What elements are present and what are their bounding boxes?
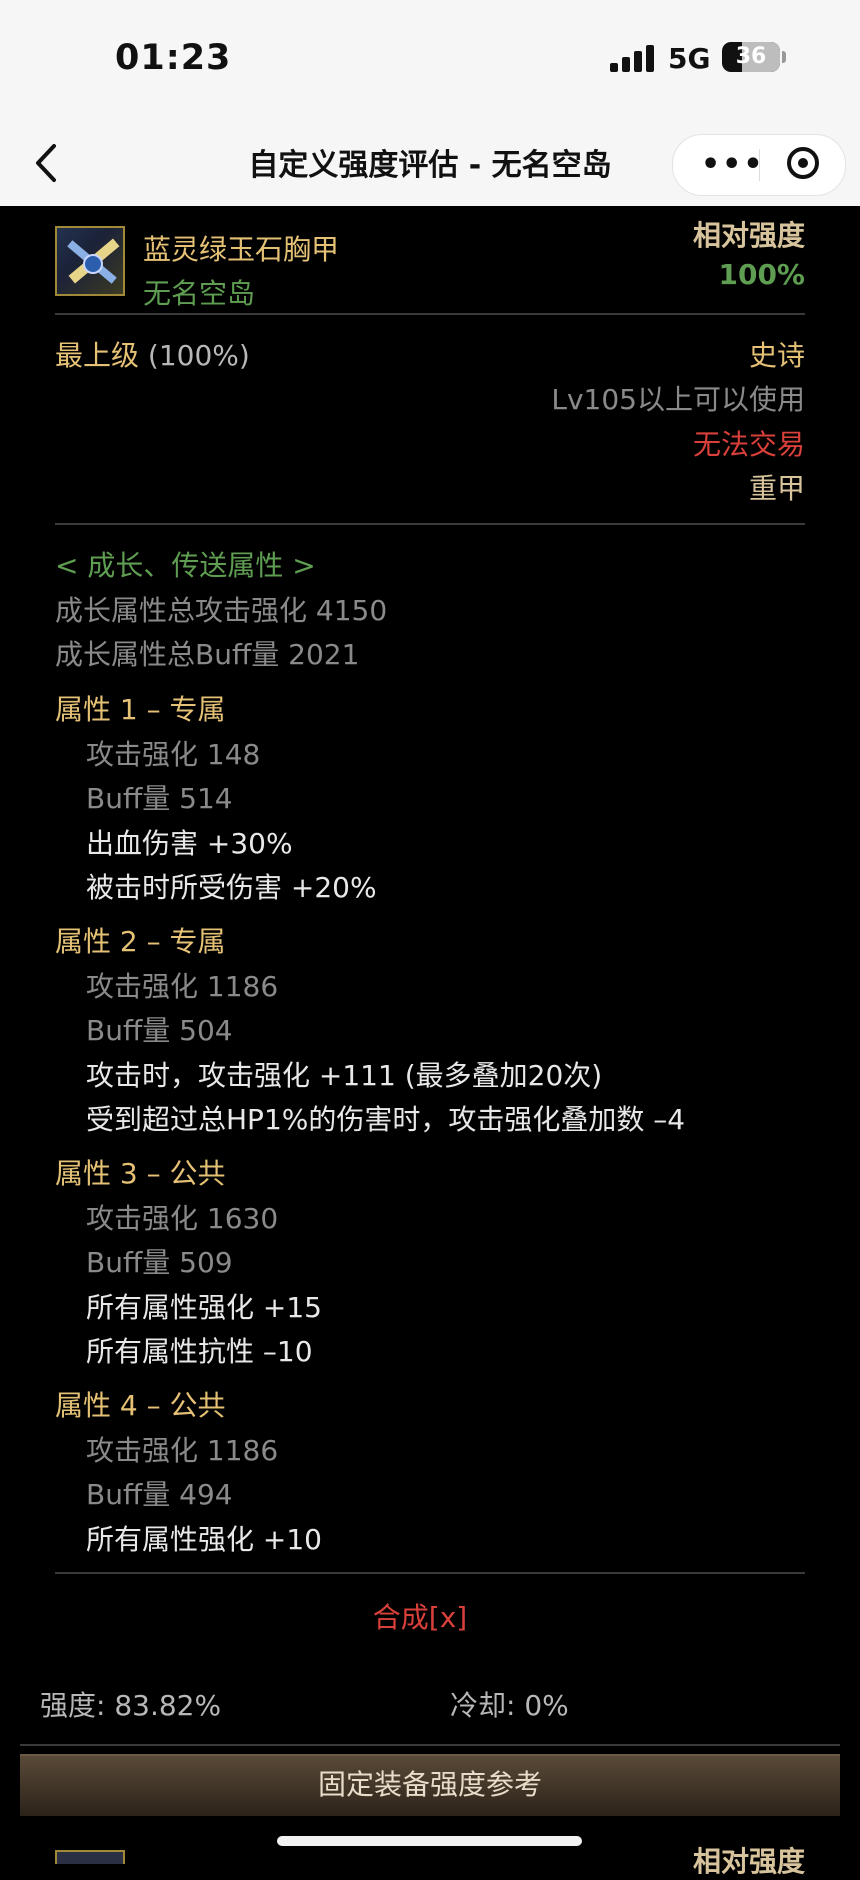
relative-strength-value: 100% (718, 258, 805, 291)
attribute-title: 属性 3 – 公共 (55, 1157, 226, 1190)
growth-total-attack: 成长属性总攻击强化 4150 (55, 594, 388, 627)
attribute-buff: Buff量 504 (86, 1014, 233, 1047)
relative-strength-label: 相对强度 (692, 219, 805, 252)
growth-total-buff: 成长属性总Buff量 2021 (55, 638, 360, 671)
attribute-attack: 攻击强化 1186 (86, 1434, 279, 1467)
armor-type: 重甲 (748, 472, 805, 505)
attribute-attack: 攻击强化 1630 (86, 1202, 279, 1235)
growth-section-header: < 成长、传送属性 > (55, 549, 316, 582)
attribute-effect: 被击时所受伤害 +20% (86, 871, 377, 904)
signal-icon (610, 45, 656, 72)
status-time: 01:23 (115, 38, 232, 78)
fixed-equipment-banner[interactable]: 固定装备强度参考 (20, 1754, 840, 1816)
attribute-effect: 受到超过总HP1%的伤害时，攻击强化叠加数 –4 (86, 1103, 686, 1136)
grade-label: 最上级 (55, 339, 140, 372)
more-icon[interactable]: ••• (701, 150, 765, 180)
cooldown-readout: 冷却: 0% (450, 1689, 569, 1722)
divider (55, 1572, 805, 1574)
close-miniprogram-icon[interactable] (787, 147, 819, 179)
level-requirement: Lv105以上可以使用 (551, 383, 805, 416)
miniprogram-capsule: ••• (672, 134, 846, 196)
divider (20, 1744, 840, 1746)
divider (55, 313, 805, 315)
attribute-effect: 所有属性强化 +15 (86, 1291, 322, 1324)
item-set-name: 无名空岛 (143, 277, 256, 310)
attribute-effect: 出血伤害 +30% (86, 827, 293, 860)
attribute-title: 属性 4 – 公共 (55, 1389, 226, 1422)
attribute-buff: Buff量 509 (86, 1246, 233, 1279)
battery-tip (782, 51, 786, 63)
item-detail-panel: 蓝灵绿玉石胸甲 无名空岛 相对强度 100% 最上级 (100%) 史诗 Lv1… (0, 206, 860, 1864)
attribute-title: 属性 1 – 专属 (55, 693, 226, 726)
next-item-icon[interactable] (55, 1850, 125, 1864)
attribute-buff: Buff量 514 (86, 782, 233, 815)
grade-percent: (100%) (147, 339, 250, 372)
attribute-title: 属性 2 – 专属 (55, 925, 226, 958)
item-name: 蓝灵绿玉石胸甲 (143, 233, 340, 266)
battery-icon: 36 (722, 42, 780, 72)
battery-level: 36 (735, 44, 767, 69)
item-icon[interactable] (55, 226, 125, 296)
strength-readout: 强度: 83.82% (40, 1689, 222, 1722)
attribute-attack: 攻击强化 1186 (86, 970, 279, 1003)
attribute-effect: 攻击时，攻击强化 +111 (最多叠加20次) (86, 1059, 603, 1092)
trade-status: 无法交易 (692, 428, 805, 461)
grade: 最上级 (100%) (55, 334, 250, 374)
capsule-divider (759, 149, 760, 181)
home-indicator[interactable] (277, 1836, 582, 1846)
status-and-nav-bar: 01:23 5G 36 自定义强度评估 - 无名空岛 ••• (0, 0, 860, 206)
attribute-effect: 所有属性强化 +10 (86, 1523, 322, 1556)
attribute-effect: 所有属性抗性 –10 (86, 1335, 313, 1368)
attribute-buff: Buff量 494 (86, 1478, 233, 1511)
compose-link[interactable]: 合成[x] (0, 1596, 840, 1636)
next-item-relative-label: 相对强度 (692, 1845, 805, 1878)
divider (55, 523, 805, 525)
attribute-attack: 攻击强化 148 (86, 738, 261, 771)
rarity: 史诗 (748, 339, 805, 372)
network-type: 5G (668, 42, 711, 75)
